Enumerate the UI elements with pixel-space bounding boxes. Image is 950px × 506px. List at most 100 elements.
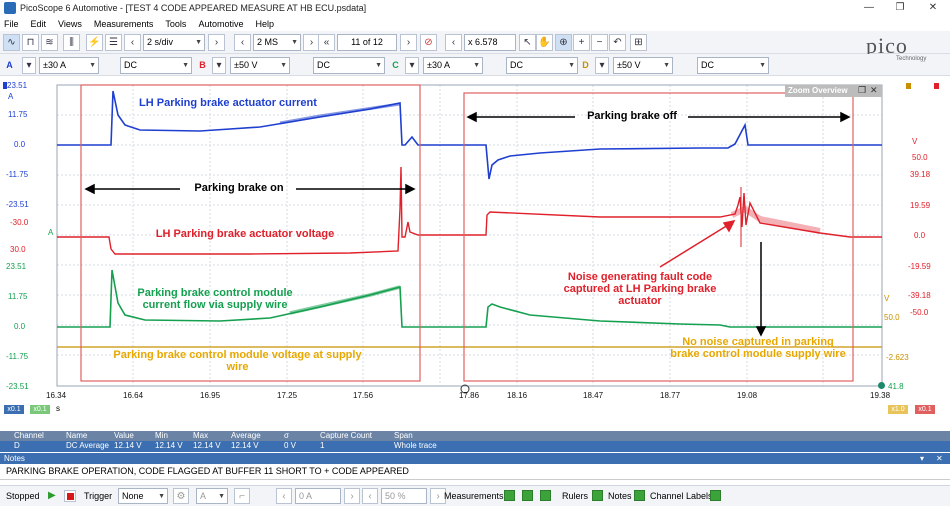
add-measurement-button[interactable] — [504, 490, 515, 501]
trigger-level-input[interactable]: 0 A — [295, 488, 341, 504]
chevron-down-icon: ▼ — [218, 493, 225, 500]
spectrum-mode-icon[interactable]: ≋ — [41, 34, 58, 51]
start-icon[interactable]: ▶ — [48, 490, 56, 501]
minimize-button[interactable]: — — [858, 1, 880, 15]
channel-d-coupling-value: DC — [701, 60, 714, 70]
menu-help[interactable]: Help — [255, 19, 274, 29]
col-capture-count[interactable]: Capture Count — [320, 431, 372, 441]
scope-view[interactable]: Zoom Overview ❐ ✕ 23.51 A 11.75 0.0 -11.… — [0, 77, 950, 414]
channel-c-label[interactable]: C — [389, 58, 402, 73]
channel-d-range[interactable]: ±50 V ▼ — [613, 57, 673, 74]
channel-c-autorange[interactable]: ▾ — [405, 57, 419, 74]
zoom-in-icon[interactable]: + — [573, 34, 590, 51]
menu-edit[interactable]: Edit — [31, 19, 47, 29]
channel-a-range[interactable]: ±30 A ▼ — [39, 57, 99, 74]
trigger-settings-icon[interactable]: ⚙ — [173, 488, 189, 504]
chevron-down-icon: ▼ — [759, 62, 766, 69]
channel-a-marker[interactable] — [3, 82, 7, 89]
hand-tool-icon[interactable]: ✋ — [536, 34, 553, 51]
chevron-down-icon: ▼ — [473, 62, 480, 69]
notes-text[interactable]: PARKING BRAKE OPERATION, CODE FLAGGED AT… — [0, 464, 950, 480]
col-max[interactable]: Max — [193, 431, 208, 441]
zoom-out-icon[interactable]: − — [591, 34, 608, 51]
x-zoom-badge[interactable]: x0.1 — [4, 405, 24, 414]
trigger-level-up[interactable]: › — [344, 488, 360, 504]
trigger-edge-icon[interactable]: ⌐ — [234, 488, 250, 504]
y-zoom-badge[interactable]: x1.0 — [888, 405, 908, 414]
col-sigma[interactable]: σ — [284, 431, 289, 441]
notes-pin-icon[interactable]: ▾ — [920, 453, 924, 464]
col-average[interactable]: Average — [231, 431, 261, 441]
channel-b-range[interactable]: ±50 V ▼ — [230, 57, 290, 74]
buffer-next-button[interactable]: › — [400, 34, 417, 51]
zoom-overview-restore-icon[interactable]: ❐ — [858, 85, 866, 96]
menu-tools[interactable]: Tools — [165, 19, 186, 29]
axis-a-top: 23.51 — [7, 81, 28, 90]
x-tick: 18.77 — [660, 391, 681, 400]
x-zoom-badge[interactable]: x0.1 — [30, 405, 50, 414]
channel-labels-button[interactable] — [710, 490, 721, 501]
col-span[interactable]: Span — [394, 431, 413, 441]
zoom-tool-icon[interactable]: ⊕ — [555, 34, 572, 51]
channel-d-autorange[interactable]: ▾ — [595, 57, 609, 74]
zoom-prev-button[interactable]: ‹ — [445, 34, 462, 51]
maximize-button[interactable]: ❐ — [889, 1, 911, 15]
channel-d-label[interactable]: D — [579, 58, 592, 73]
menu-views[interactable]: Views — [58, 19, 82, 29]
table-row[interactable]: D DC Average 12.14 V 12.14 V 12.14 V 12.… — [0, 441, 950, 452]
menu-automotive[interactable]: Automotive — [198, 19, 243, 29]
scope-mode-icon[interactable]: ∿ — [3, 34, 20, 51]
menu-file[interactable]: File — [4, 19, 19, 29]
channel-b-autorange[interactable]: ▾ — [212, 57, 226, 74]
trigger-level-down[interactable]: ‹ — [276, 488, 292, 504]
notes-button[interactable] — [634, 490, 645, 501]
col-channel[interactable]: Channel — [14, 431, 44, 441]
trigger-channel-select[interactable]: A ▼ — [196, 488, 228, 504]
notes-close-icon[interactable]: ✕ — [936, 453, 943, 464]
timebase-prev-button[interactable]: ‹ — [124, 34, 141, 51]
probe-icon[interactable]: ⚡ — [86, 34, 103, 51]
select-tool-icon[interactable]: ↖ — [519, 34, 536, 51]
channel-b-label[interactable]: B — [196, 58, 209, 73]
stop-button[interactable] — [64, 490, 76, 502]
ruler-handle-icon[interactable] — [878, 382, 885, 389]
delete-measurement-button[interactable] — [522, 490, 533, 501]
channel-c-coupling[interactable]: DC ▼ — [506, 57, 578, 74]
persistence-mode-icon[interactable]: ⊓ — [22, 34, 39, 51]
col-min[interactable]: Min — [155, 431, 168, 441]
timebase-next-button[interactable]: › — [208, 34, 225, 51]
rulers-button[interactable] — [592, 490, 603, 501]
trigger-pre-input[interactable]: 50 % — [381, 488, 427, 504]
cell-average: 12.14 V — [231, 441, 259, 450]
channel-b-coupling[interactable]: DC ▼ — [313, 57, 385, 74]
channel-b-marker[interactable] — [934, 83, 939, 89]
channel-a-label[interactable]: A — [3, 58, 16, 73]
buffer-first-button[interactable]: « — [318, 34, 335, 51]
samples-prev-button[interactable]: ‹ — [234, 34, 251, 51]
col-value[interactable]: Value — [114, 431, 134, 441]
channel-a-coupling[interactable]: DC ▼ — [120, 57, 192, 74]
channel-settings-icon[interactable]: ⫼ — [63, 34, 80, 51]
undo-zoom-icon[interactable]: ↶ — [609, 34, 626, 51]
trigger-pre-down[interactable]: ‹ — [362, 488, 378, 504]
x-tick: 19.38 — [870, 391, 891, 400]
close-button[interactable]: ✕ — [922, 1, 944, 15]
cell-capture-count: 1 — [320, 441, 325, 450]
buffer-overview-icon[interactable]: ⊘ — [420, 34, 437, 51]
channel-d-coupling[interactable]: DC ▼ — [697, 57, 769, 74]
zoom-fit-icon[interactable]: ⊞ — [630, 34, 647, 51]
edit-measurement-button[interactable] — [540, 490, 551, 501]
channel-options-icon[interactable]: ☰ — [105, 34, 122, 51]
menu-measurements[interactable]: Measurements — [94, 19, 154, 29]
timebase-select[interactable]: 2 s/div ▼ — [143, 34, 205, 51]
axis-d-tick: 50.0 — [884, 313, 900, 322]
channel-c-range[interactable]: ±30 A ▼ — [423, 57, 483, 74]
channel-a-autorange[interactable]: ▾ — [22, 57, 36, 74]
window-title: PicoScope 6 Automotive - [TEST 4 CODE AP… — [20, 3, 367, 13]
y-zoom-badge[interactable]: x0.1 — [915, 405, 935, 414]
trigger-mode-select[interactable]: None ▼ — [118, 488, 168, 504]
samples-select[interactable]: 2 MS ▼ — [253, 34, 301, 51]
channel-d-marker[interactable] — [906, 83, 911, 89]
col-name[interactable]: Name — [66, 431, 87, 441]
zoom-overview-close-icon[interactable]: ✕ — [870, 85, 878, 96]
